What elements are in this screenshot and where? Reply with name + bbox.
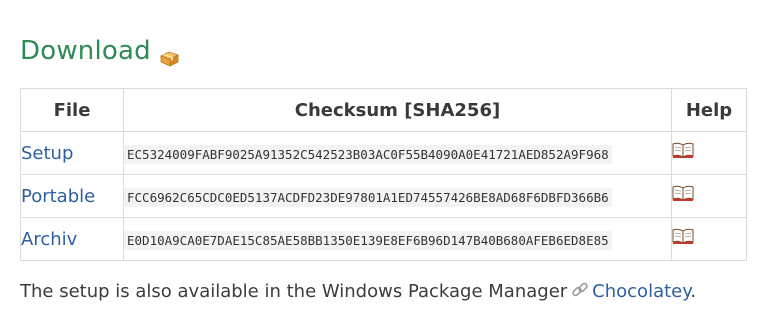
table-row: Setup EC5324009FABF9025A91352C542523B03A… <box>20 131 747 175</box>
book-icon[interactable] <box>672 228 694 244</box>
availability-note: The setup is also available in the Windo… <box>20 281 696 302</box>
archiv-download-link[interactable]: Archiv <box>21 229 77 250</box>
table-row: Archiv E0D10A9CA0E7DAE15C85AE58BB1350E13… <box>20 217 747 261</box>
checksum-value: E0D10A9CA0E7DAE15C85AE58BB1350E139E8EF6B… <box>124 230 612 250</box>
table-row: Portable FCC6962C65CDC0ED5137ACDFD23DE97… <box>20 174 747 218</box>
chocolatey-link[interactable]: Chocolatey <box>592 281 690 302</box>
header-help: Help <box>671 88 747 132</box>
checksum-value: EC5324009FABF9025A91352C542523B03AC0F55B… <box>124 144 612 164</box>
table-header-row: File Checksum [SHA256] Help <box>20 88 747 132</box>
checksum-value: FCC6962C65CDC0ED5137ACDFD23DE97801A1ED74… <box>124 187 612 207</box>
setup-download-link[interactable]: Setup <box>21 143 73 164</box>
download-title: Download <box>20 36 151 66</box>
package-icon <box>159 44 179 67</box>
book-icon[interactable] <box>672 185 694 201</box>
downloads-table: File Checksum [SHA256] Help Setup EC5324… <box>20 88 747 261</box>
portable-download-link[interactable]: Portable <box>21 186 95 207</box>
header-checksum: Checksum [SHA256] <box>123 88 672 132</box>
link-icon <box>571 281 589 299</box>
header-file: File <box>20 88 124 132</box>
note-text: The setup is also available in the Windo… <box>20 281 568 302</box>
download-heading: Download <box>20 36 179 67</box>
note-period: . <box>690 281 697 302</box>
book-icon[interactable] <box>672 142 694 158</box>
